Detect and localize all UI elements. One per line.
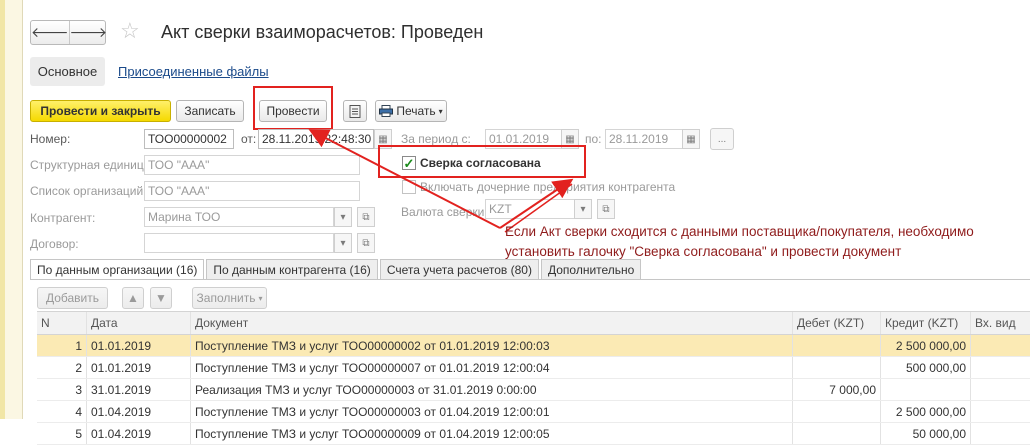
fill-menu-button[interactable]: Заполнить ▾ <box>192 287 267 309</box>
cell-document: Поступление ТМЗ и услуг ТОО00000007 от 0… <box>191 357 793 378</box>
table-row[interactable]: 1 01.01.2019 Поступление ТМЗ и услуг ТОО… <box>37 335 1030 357</box>
arrow-up-icon[interactable]: ▲ <box>122 287 144 309</box>
cell-vid <box>971 335 1030 356</box>
cell-n: 3 <box>37 379 87 400</box>
table-row[interactable]: 2 01.01.2019 Поступление ТМЗ и услуг ТОО… <box>37 357 1030 379</box>
chevron-down-icon: ▾ <box>258 293 263 303</box>
column-header-credit[interactable]: Кредит (KZT) <box>881 312 971 334</box>
cell-credit: 50 000,00 <box>881 423 971 444</box>
arrow-down-icon[interactable]: ▼ <box>150 287 172 309</box>
cell-document: Поступление ТМЗ и услуг ТОО00000009 от 0… <box>191 423 793 444</box>
cell-debit <box>793 357 881 378</box>
column-header-date[interactable]: Дата <box>87 312 191 334</box>
settlements-table: N Дата Документ Дебет (KZT) Кредит (KZT)… <box>37 311 1030 445</box>
tab-divider <box>30 279 1030 280</box>
tab-additional[interactable]: Дополнительно <box>540 259 642 279</box>
annotation-note: Если Акт сверки сходится с данными поста… <box>505 222 974 262</box>
table-header: N Дата Документ Дебет (KZT) Кредит (KZT)… <box>37 311 1030 335</box>
cell-credit: 2 500 000,00 <box>881 335 971 356</box>
cell-vid <box>971 357 1030 378</box>
cell-document: Поступление ТМЗ и услуг ТОО00000002 от 0… <box>191 335 793 356</box>
cell-debit: 7 000,00 <box>793 379 881 400</box>
table-tabs: По данным организации (16) По данным кон… <box>30 259 643 280</box>
tab-accounts[interactable]: Счета учета расчетов (80) <box>379 259 539 279</box>
cell-credit: 500 000,00 <box>881 357 971 378</box>
cell-date: 01.01.2019 <box>87 357 191 378</box>
cell-n: 2 <box>37 357 87 378</box>
cell-vid <box>971 423 1030 444</box>
table-row[interactable]: 5 01.04.2019 Поступление ТМЗ и услуг ТОО… <box>37 423 1030 445</box>
table-row[interactable]: 4 01.04.2019 Поступление ТМЗ и услуг ТОО… <box>37 401 1030 423</box>
cell-debit <box>793 335 881 356</box>
cell-document: Реализация ТМЗ и услуг ТОО00000003 от 31… <box>191 379 793 400</box>
cell-n: 5 <box>37 423 87 444</box>
column-header-n[interactable]: N <box>37 312 87 334</box>
cell-n: 1 <box>37 335 87 356</box>
cell-date: 01.04.2019 <box>87 423 191 444</box>
cell-vid <box>971 379 1030 400</box>
note-line-1: Если Акт сверки сходится с данными поста… <box>505 224 974 239</box>
tab-org-data[interactable]: По данным организации (16) <box>30 259 205 280</box>
cell-date: 31.01.2019 <box>87 379 191 400</box>
fill-label: Заполнить <box>196 291 256 305</box>
add-row-button[interactable]: Добавить <box>37 287 108 309</box>
cell-debit <box>793 423 881 444</box>
column-header-debit[interactable]: Дебет (KZT) <box>793 312 881 334</box>
tab-contractor-data[interactable]: По данным контрагента (16) <box>206 259 378 279</box>
column-header-vid[interactable]: Вх. вид <box>971 312 1030 334</box>
cell-date: 01.01.2019 <box>87 335 191 356</box>
column-header-document[interactable]: Документ <box>191 312 793 334</box>
table-row[interactable]: 3 31.01.2019 Реализация ТМЗ и услуг ТОО0… <box>37 379 1030 401</box>
cell-credit <box>881 379 971 400</box>
